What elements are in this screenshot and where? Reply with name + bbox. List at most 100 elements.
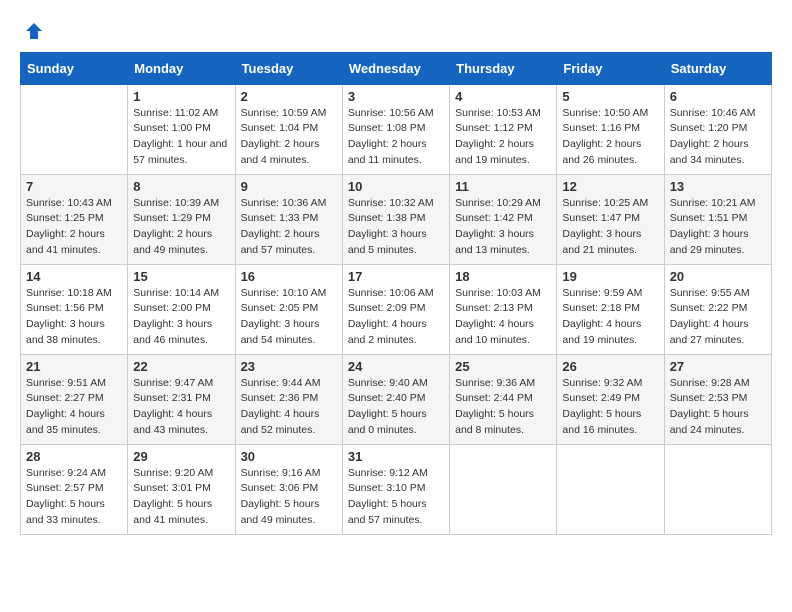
calendar-cell: 11 Sunrise: 10:29 AM Sunset: 1:42 PM Dayl… xyxy=(450,174,557,264)
calendar-cell xyxy=(664,444,771,534)
calendar-cell: 19 Sunrise: 9:59 AM Sunset: 2:18 PM Dayli… xyxy=(557,264,664,354)
calendar-cell: 8 Sunrise: 10:39 AM Sunset: 1:29 PM Dayli… xyxy=(128,174,235,264)
weekday-header-friday: Friday xyxy=(557,52,664,84)
weekday-header-wednesday: Wednesday xyxy=(342,52,449,84)
day-info: Sunrise: 10:14 AM Sunset: 2:00 PM Daylig… xyxy=(133,286,229,349)
day-info: Sunrise: 10:39 AM Sunset: 1:29 PM Daylig… xyxy=(133,196,229,259)
day-number: 15 xyxy=(133,269,229,284)
calendar-week-row: 21 Sunrise: 9:51 AM Sunset: 2:27 PM Dayli… xyxy=(21,354,772,444)
day-number: 23 xyxy=(241,359,337,374)
calendar-cell: 13Sunrise: 10:21 AM Sunset: 1:51 PM Dayl… xyxy=(664,174,771,264)
day-info: Sunrise: 9:16 AM Sunset: 3:06 PM Dayligh… xyxy=(241,466,337,529)
logo-icon xyxy=(24,21,44,41)
calendar-cell: 7 Sunrise: 10:43 AM Sunset: 1:25 PM Dayli… xyxy=(21,174,128,264)
calendar-cell xyxy=(557,444,664,534)
day-info: Sunrise: 11:02 AM Sunset: 1:00 PM Daylig… xyxy=(133,106,229,169)
day-info: Sunrise: 9:36 AM Sunset: 2:44 PM Dayligh… xyxy=(455,376,551,439)
day-info: Sunrise: 10:03 AM Sunset: 2:13 PM Daylig… xyxy=(455,286,551,349)
calendar-cell: 23 Sunrise: 9:44 AM Sunset: 2:36 PM Dayli… xyxy=(235,354,342,444)
calendar-cell: 10 Sunrise: 10:32 AM Sunset: 1:38 PM Dayl… xyxy=(342,174,449,264)
weekday-header-thursday: Thursday xyxy=(450,52,557,84)
day-info: Sunrise: 10:29 AM Sunset: 1:42 PM Daylig… xyxy=(455,196,551,259)
day-number: 26 xyxy=(562,359,658,374)
calendar-cell: 18 Sunrise: 10:03 AM Sunset: 2:13 PM Dayl… xyxy=(450,264,557,354)
day-number: 21 xyxy=(26,359,122,374)
weekday-header-tuesday: Tuesday xyxy=(235,52,342,84)
calendar-cell: 9 Sunrise: 10:36 AM Sunset: 1:33 PM Dayli… xyxy=(235,174,342,264)
day-info: Sunrise: 10:50 AM Sunset: 1:16 PM Daylig… xyxy=(562,106,658,169)
day-number: 6 xyxy=(670,89,766,104)
day-info: Sunrise: 9:20 AM Sunset: 3:01 PM Dayligh… xyxy=(133,466,229,529)
calendar-week-row: 28 Sunrise: 9:24 AM Sunset: 2:57 PM Dayli… xyxy=(21,444,772,534)
calendar-cell: 1 Sunrise: 11:02 AM Sunset: 1:00 PM Dayli… xyxy=(128,84,235,174)
calendar-cell: 3Sunrise: 10:56 AM Sunset: 1:08 PM Dayli… xyxy=(342,84,449,174)
calendar-cell: 14 Sunrise: 10:18 AM Sunset: 1:56 PM Dayl… xyxy=(21,264,128,354)
day-info: Sunrise: 10:56 AM Sunset: 1:08 PM Daylig… xyxy=(348,106,444,169)
weekday-header-saturday: Saturday xyxy=(664,52,771,84)
day-number: 29 xyxy=(133,449,229,464)
day-number: 18 xyxy=(455,269,551,284)
calendar-week-row: 1 Sunrise: 11:02 AM Sunset: 1:00 PM Dayli… xyxy=(21,84,772,174)
calendar-week-row: 14 Sunrise: 10:18 AM Sunset: 1:56 PM Dayl… xyxy=(21,264,772,354)
day-info: Sunrise: 9:55 AM Sunset: 2:22 PM Dayligh… xyxy=(670,286,766,349)
day-info: Sunrise: 10:46 AM Sunset: 1:20 PM Daylig… xyxy=(670,106,766,169)
day-info: Sunrise: 9:24 AM Sunset: 2:57 PM Dayligh… xyxy=(26,466,122,529)
day-number: 4 xyxy=(455,89,551,104)
page-header xyxy=(20,20,772,42)
day-number: 19 xyxy=(562,269,658,284)
day-number: 8 xyxy=(133,179,229,194)
calendar-cell: 5 Sunrise: 10:50 AM Sunset: 1:16 PM Dayli… xyxy=(557,84,664,174)
calendar-cell: 31Sunrise: 9:12 AM Sunset: 3:10 PM Dayli… xyxy=(342,444,449,534)
day-info: Sunrise: 10:18 AM Sunset: 1:56 PM Daylig… xyxy=(26,286,122,349)
day-number: 28 xyxy=(26,449,122,464)
day-number: 1 xyxy=(133,89,229,104)
calendar-cell: 6 Sunrise: 10:46 AM Sunset: 1:20 PM Dayli… xyxy=(664,84,771,174)
day-number: 5 xyxy=(562,89,658,104)
day-number: 2 xyxy=(241,89,337,104)
day-info: Sunrise: 10:32 AM Sunset: 1:38 PM Daylig… xyxy=(348,196,444,259)
calendar-table: SundayMondayTuesdayWednesdayThursdayFrid… xyxy=(20,52,772,535)
day-info: Sunrise: 9:47 AM Sunset: 2:31 PM Dayligh… xyxy=(133,376,229,439)
calendar-cell xyxy=(450,444,557,534)
calendar-cell: 29 Sunrise: 9:20 AM Sunset: 3:01 PM Dayli… xyxy=(128,444,235,534)
day-info: Sunrise: 10:21 AM Sunset: 1:51 PM Daylig… xyxy=(670,196,766,259)
day-info: Sunrise: 9:12 AM Sunset: 3:10 PM Dayligh… xyxy=(348,466,444,529)
day-number: 27 xyxy=(670,359,766,374)
day-info: Sunrise: 9:44 AM Sunset: 2:36 PM Dayligh… xyxy=(241,376,337,439)
day-number: 11 xyxy=(455,179,551,194)
day-number: 17 xyxy=(348,269,444,284)
calendar-cell: 17Sunrise: 10:06 AM Sunset: 2:09 PM Dayl… xyxy=(342,264,449,354)
day-number: 9 xyxy=(241,179,337,194)
day-info: Sunrise: 9:40 AM Sunset: 2:40 PM Dayligh… xyxy=(348,376,444,439)
day-info: Sunrise: 10:25 AM Sunset: 1:47 PM Daylig… xyxy=(562,196,658,259)
day-info: Sunrise: 10:36 AM Sunset: 1:33 PM Daylig… xyxy=(241,196,337,259)
calendar-cell: 15 Sunrise: 10:14 AM Sunset: 2:00 PM Dayl… xyxy=(128,264,235,354)
day-number: 14 xyxy=(26,269,122,284)
calendar-cell: 4Sunrise: 10:53 AM Sunset: 1:12 PM Dayli… xyxy=(450,84,557,174)
day-info: Sunrise: 10:59 AM Sunset: 1:04 PM Daylig… xyxy=(241,106,337,169)
day-number: 7 xyxy=(26,179,122,194)
calendar-cell xyxy=(21,84,128,174)
calendar-cell: 16Sunrise: 10:10 AM Sunset: 2:05 PM Dayl… xyxy=(235,264,342,354)
day-number: 20 xyxy=(670,269,766,284)
day-info: Sunrise: 9:59 AM Sunset: 2:18 PM Dayligh… xyxy=(562,286,658,349)
calendar-cell: 30Sunrise: 9:16 AM Sunset: 3:06 PM Dayli… xyxy=(235,444,342,534)
day-number: 12 xyxy=(562,179,658,194)
day-number: 24 xyxy=(348,359,444,374)
calendar-week-row: 7 Sunrise: 10:43 AM Sunset: 1:25 PM Dayli… xyxy=(21,174,772,264)
logo xyxy=(20,20,44,42)
day-info: Sunrise: 9:28 AM Sunset: 2:53 PM Dayligh… xyxy=(670,376,766,439)
day-number: 16 xyxy=(241,269,337,284)
day-info: Sunrise: 9:51 AM Sunset: 2:27 PM Dayligh… xyxy=(26,376,122,439)
day-info: Sunrise: 9:32 AM Sunset: 2:49 PM Dayligh… xyxy=(562,376,658,439)
calendar-cell: 2 Sunrise: 10:59 AM Sunset: 1:04 PM Dayli… xyxy=(235,84,342,174)
day-info: Sunrise: 10:43 AM Sunset: 1:25 PM Daylig… xyxy=(26,196,122,259)
weekday-header-sunday: Sunday xyxy=(21,52,128,84)
day-number: 25 xyxy=(455,359,551,374)
calendar-cell: 20 Sunrise: 9:55 AM Sunset: 2:22 PM Dayli… xyxy=(664,264,771,354)
calendar-cell: 22 Sunrise: 9:47 AM Sunset: 2:31 PM Dayli… xyxy=(128,354,235,444)
day-number: 22 xyxy=(133,359,229,374)
calendar-cell: 21 Sunrise: 9:51 AM Sunset: 2:27 PM Dayli… xyxy=(21,354,128,444)
day-number: 10 xyxy=(348,179,444,194)
calendar-cell: 24 Sunrise: 9:40 AM Sunset: 2:40 PM Dayli… xyxy=(342,354,449,444)
